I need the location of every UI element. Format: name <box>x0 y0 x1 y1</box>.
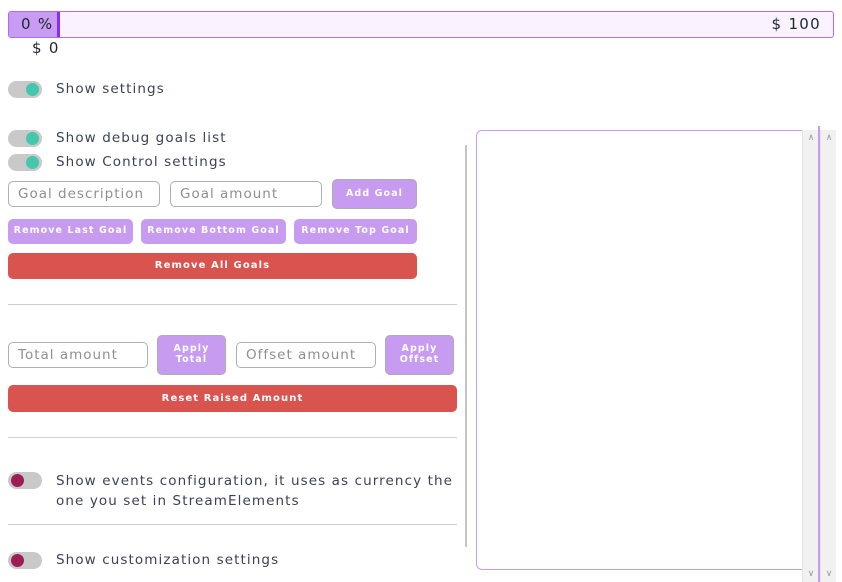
offset-amount-input[interactable] <box>236 342 376 368</box>
panel-scrollbar[interactable]: ∧ ∨ <box>802 130 818 582</box>
apply-total-button[interactable]: Apply Total <box>157 335 226 375</box>
toggle-label-show-events-configuration: Show events configuration, it uses as cu… <box>56 473 454 509</box>
toggle-switch-show-control-settings[interactable] <box>8 154 42 171</box>
remove-all-goals-button[interactable]: Remove All Goals <box>8 253 417 279</box>
scroll-up-arrow-icon[interactable]: ∧ <box>821 130 837 146</box>
toggle-row-show-events-configuration[interactable]: Show events configuration, it uses as cu… <box>8 471 456 511</box>
apply-offset-line2: Offset <box>399 354 440 365</box>
toggle-row-show-debug-goals-list[interactable]: Show debug goals list <box>8 129 308 148</box>
goal-progress-bar: 0 % $ 100 <box>8 11 834 38</box>
column-divider <box>465 145 467 547</box>
reset-raised-amount-button[interactable]: Reset Raised Amount <box>8 385 457 412</box>
toggle-row-show-settings[interactable]: Show settings <box>8 80 308 99</box>
toggle-label-show-customization-settings: Show customization settings <box>56 552 280 568</box>
page-scrollbar[interactable]: ∧ ∨ <box>820 130 836 582</box>
progress-total-label: $ 100 <box>771 15 821 33</box>
remove-last-goal-button[interactable]: Remove Last Goal <box>8 219 133 244</box>
remove-top-goal-button[interactable]: Remove Top Goal <box>294 219 417 244</box>
toggle-label-show-debug-goals-list: Show debug goals list <box>56 130 227 146</box>
toggle-switch-show-debug-goals-list[interactable] <box>8 130 42 147</box>
toggle-knob-icon <box>11 474 24 487</box>
section-divider-goals <box>8 304 457 305</box>
toggle-switch-show-events-configuration[interactable] <box>8 472 42 489</box>
toggle-row-show-control-settings[interactable]: Show Control settings <box>8 153 308 172</box>
scroll-down-arrow-icon[interactable]: ∨ <box>803 566 819 582</box>
apply-total-line2: Total <box>175 354 208 365</box>
add-goal-button[interactable]: Add Goal <box>332 179 417 209</box>
section-divider-amount <box>8 437 457 438</box>
toggle-switch-show-customization-settings[interactable] <box>8 552 42 569</box>
scroll-up-arrow-icon[interactable]: ∧ <box>803 130 819 146</box>
scroll-down-arrow-icon[interactable]: ∨ <box>821 566 837 582</box>
total-amount-input[interactable] <box>8 342 148 368</box>
toggle-knob-icon <box>26 83 39 96</box>
apply-offset-button[interactable]: Apply Offset <box>385 335 454 375</box>
toggle-knob-icon <box>26 156 39 169</box>
toggle-label-show-control-settings: Show Control settings <box>56 154 227 170</box>
progress-percent-label: 0 % <box>21 15 54 33</box>
section-divider-events <box>8 524 457 525</box>
goals-preview-panel <box>476 130 808 570</box>
goal-description-input[interactable] <box>8 181 160 207</box>
remove-bottom-goal-button[interactable]: Remove Bottom Goal <box>141 219 286 244</box>
toggle-switch-show-settings[interactable] <box>8 81 42 98</box>
progress-bar-marker <box>57 12 60 37</box>
toggle-knob-icon <box>11 554 24 567</box>
goal-amount-input[interactable] <box>170 181 322 207</box>
toggle-label-show-settings: Show settings <box>56 81 165 97</box>
toggle-row-show-customization-settings[interactable]: Show customization settings <box>8 551 368 570</box>
toggle-knob-icon <box>26 132 39 145</box>
raised-amount-label: $ 0 <box>32 39 60 57</box>
